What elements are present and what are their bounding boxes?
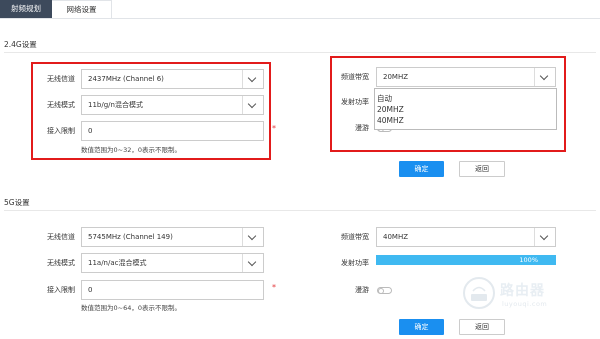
- bandwidth-label-5g: 频道带宽: [341, 233, 369, 241]
- bandwidth-select-24g[interactable]: 20MHZ: [376, 67, 556, 87]
- roam-label-24g: 漫游: [355, 124, 369, 132]
- bandwidth-select-5g[interactable]: 40MHZ: [376, 227, 556, 247]
- mode-select-24g[interactable]: 11b/g/n混合模式: [81, 95, 264, 115]
- roam-label-5g: 漫游: [355, 286, 369, 294]
- power-label-5g: 发射功率: [341, 259, 369, 267]
- tab-rf-planning[interactable]: 射频规划: [0, 0, 52, 18]
- limit-label-5g: 接入限制: [47, 286, 75, 294]
- mode-value-5g: 11a/n/ac混合模式: [88, 259, 147, 267]
- confirm-button-5g[interactable]: 确定: [399, 319, 444, 335]
- mode-label-24g: 无线模式: [47, 101, 75, 109]
- power-label-24g: 发射功率: [341, 98, 369, 106]
- bandwidth-value-5g: 40MHZ: [383, 233, 409, 241]
- limit-label-24g: 接入限制: [47, 127, 75, 135]
- chevron-down-icon[interactable]: [534, 228, 555, 246]
- section-title-5g: 5G设置: [4, 198, 30, 207]
- bandwidth-dropdown-list-24g: 自动 20MHZ 40MHZ: [374, 88, 557, 130]
- limit-input-5g[interactable]: 0: [81, 280, 264, 300]
- section-title-24g: 2.4G设置: [4, 40, 37, 49]
- chevron-down-icon[interactable]: [242, 254, 263, 272]
- bandwidth-option-20mhz[interactable]: 20MHZ: [375, 104, 556, 115]
- chevron-down-icon[interactable]: [242, 70, 263, 88]
- bandwidth-option-40mhz[interactable]: 40MHZ: [375, 115, 556, 126]
- watermark-title: 路由器: [500, 283, 545, 299]
- bandwidth-option-auto[interactable]: 自动: [375, 93, 556, 104]
- channel-label-5g: 无线信道: [47, 233, 75, 241]
- power-progress-text-5g: 100%: [519, 256, 538, 264]
- back-button-5g[interactable]: 返回: [459, 319, 505, 335]
- section-divider-5g: [4, 210, 596, 211]
- limit-input-24g[interactable]: 0: [81, 121, 264, 141]
- power-progress-bar-5g[interactable]: 100%: [376, 255, 556, 265]
- chevron-down-icon[interactable]: [242, 96, 263, 114]
- limit-hint-5g: 数值范围为0~64，0表示不限制。: [81, 304, 181, 312]
- bandwidth-label-24g: 频道带宽: [341, 73, 369, 81]
- channel-select-5g[interactable]: 5745MHz (Channel 149): [81, 227, 264, 247]
- roam-toggle-5g[interactable]: [377, 287, 392, 294]
- channel-value-5g: 5745MHz (Channel 149): [88, 233, 173, 241]
- confirm-button-24g[interactable]: 确定: [399, 161, 444, 177]
- watermark-subtitle: luyouqi.com: [502, 300, 548, 308]
- required-mark-5g: *: [272, 283, 276, 292]
- channel-label-24g: 无线信道: [47, 75, 75, 83]
- mode-value-24g: 11b/g/n混合模式: [88, 101, 143, 109]
- section-divider-24g: [4, 52, 596, 53]
- chevron-down-icon[interactable]: [242, 228, 263, 246]
- limit-hint-24g: 数值范围为0~32，0表示不限制。: [81, 146, 181, 154]
- mode-label-5g: 无线模式: [47, 259, 75, 267]
- router-logo-icon: [462, 276, 496, 310]
- back-button-24g[interactable]: 返回: [459, 161, 505, 177]
- chevron-down-icon[interactable]: [534, 68, 555, 86]
- mode-select-5g[interactable]: 11a/n/ac混合模式: [81, 253, 264, 273]
- bandwidth-value-24g: 20MHZ: [383, 73, 409, 81]
- channel-select-24g[interactable]: 2437MHz (Channel 6): [81, 69, 264, 89]
- required-mark-24g: *: [272, 124, 276, 133]
- channel-value-24g: 2437MHz (Channel 6): [88, 75, 164, 83]
- tab-network-settings[interactable]: 网络设置: [52, 0, 112, 19]
